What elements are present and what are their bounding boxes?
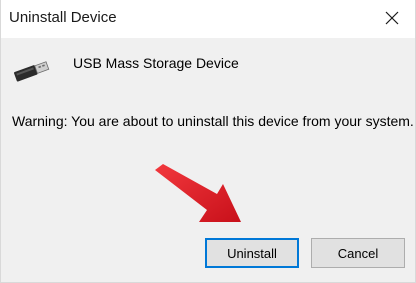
uninstall-button[interactable]: Uninstall [205,238,299,268]
dialog-content: USB Mass Storage Device Warning: You are… [1,38,415,228]
title-bar: Uninstall Device [1,0,415,38]
usb-device-icon [13,61,50,82]
dialog-footer: Uninstall Cancel [1,228,415,282]
dialog-title: Uninstall Device [9,9,117,26]
device-name: USB Mass Storage Device [73,55,239,71]
close-icon [385,11,399,25]
cancel-button[interactable]: Cancel [311,238,405,268]
close-button[interactable] [369,0,415,36]
warning-message: Warning: You are about to uninstall this… [12,113,414,129]
uninstall-device-dialog: Uninstall Device USB Mass Storage Device… [0,0,416,283]
